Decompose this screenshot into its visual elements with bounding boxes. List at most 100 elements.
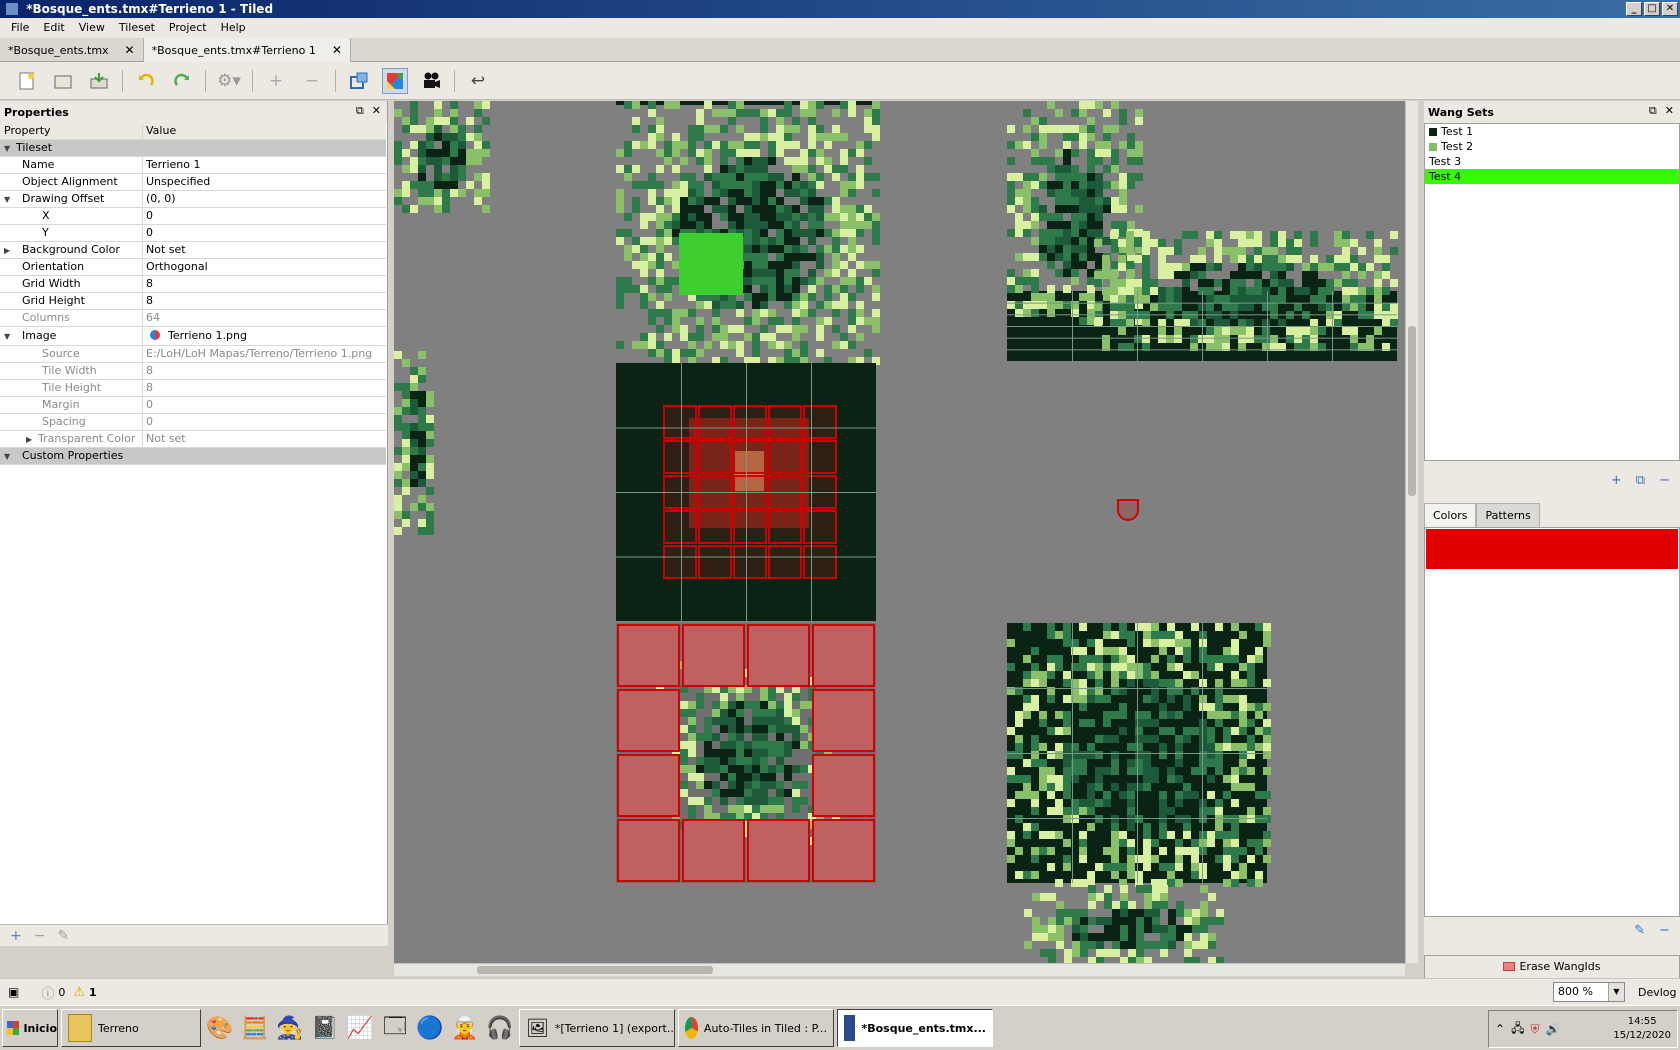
scrollbar-thumb[interactable] (1408, 326, 1416, 496)
quicklaunch-orb-icon[interactable]: 🔵 (414, 1012, 446, 1044)
remove-icon[interactable]: − (299, 68, 325, 94)
property-value[interactable]: 0 (143, 208, 386, 224)
task-tiled[interactable]: *Bosque_ents.tmx... (837, 1009, 993, 1047)
scrollbar-thumb[interactable] (477, 966, 713, 974)
collapse-arrow-icon[interactable]: ▼ (4, 141, 16, 156)
start-button[interactable]: Inicio (2, 1009, 58, 1047)
tray-network-icon[interactable]: 🖧 (1511, 1019, 1524, 1040)
close-button[interactable]: ✕ (1662, 2, 1678, 16)
settings-icon[interactable]: ⚙▾ (216, 68, 242, 94)
property-row[interactable]: ▼ Drawing Offset (0, 0) (0, 191, 386, 208)
list-item[interactable]: Test 2 (1425, 139, 1679, 154)
remove-property-icon[interactable]: − (34, 928, 46, 944)
tileset-view[interactable] (394, 101, 1405, 963)
quicklaunch-character-icon[interactable]: 🧝 (449, 1012, 481, 1044)
property-row[interactable]: Grid Width 8 (0, 276, 386, 293)
minimize-button[interactable]: _ (1626, 2, 1642, 16)
clock[interactable]: 14:55 15/12/2020 (1613, 1015, 1677, 1043)
error-icon[interactable]: ⓘ (41, 983, 54, 1002)
property-row[interactable]: ▼ Image Terrieno 1.png (0, 327, 386, 346)
collapse-arrow-icon[interactable]: ▼ (4, 328, 16, 345)
float-panel-icon[interactable]: ⧉ (356, 104, 364, 118)
menu-tileset[interactable]: Tileset (112, 18, 162, 38)
task-browser[interactable]: Auto-Tiles in Tiled : P... (678, 1009, 834, 1047)
expand-arrow-icon[interactable]: ▶ (26, 432, 38, 447)
tileset-canvas[interactable] (394, 101, 1405, 963)
vertical-scrollbar[interactable] (1405, 101, 1418, 963)
remove-wang-set-icon[interactable]: − (1659, 473, 1670, 488)
property-value[interactable]: Terrieno 1 (143, 157, 386, 173)
property-value[interactable]: 0 (143, 225, 386, 241)
close-tab-icon[interactable]: ✕ (125, 43, 135, 57)
wang-color-swatch[interactable] (1426, 529, 1678, 569)
quicklaunch-app-icon[interactable]: 🧙 (274, 1012, 306, 1044)
property-row[interactable]: Name Terrieno 1 (0, 157, 386, 174)
quicklaunch-chart-icon[interactable]: 📈 (344, 1012, 376, 1044)
quicklaunch-notepad-icon[interactable]: 📓 (309, 1012, 341, 1044)
remove-color-icon[interactable]: − (1659, 923, 1670, 938)
property-value[interactable]: (0, 0) (143, 191, 386, 207)
column-header-property[interactable]: Property (0, 123, 143, 139)
menu-file[interactable]: File (4, 18, 36, 38)
menu-view[interactable]: View (72, 18, 112, 38)
property-row[interactable]: Orientation Orthogonal (0, 259, 386, 276)
menu-project[interactable]: Project (162, 18, 214, 38)
property-value[interactable]: Terrieno 1.png (168, 329, 247, 342)
tab-bosque-map[interactable]: *Bosque_ents.tmx ✕ (0, 38, 144, 62)
tab-colors[interactable]: Colors (1424, 503, 1477, 527)
tile-collision-icon[interactable] (346, 68, 372, 94)
property-value[interactable]: 8 (143, 276, 386, 292)
tab-terrieno-tileset[interactable]: *Bosque_ents.tmx#Terrieno 1 ✕ (143, 38, 351, 62)
property-row[interactable]: ▶ Background Color Not set (0, 242, 386, 259)
chevron-down-icon[interactable]: ▼ (1608, 983, 1624, 1001)
property-value[interactable]: 8 (143, 293, 386, 309)
return-icon[interactable]: ↩ (465, 68, 491, 94)
menu-help[interactable]: Help (214, 18, 253, 38)
property-row[interactable]: Object Alignment Unspecified (0, 174, 386, 191)
tray-security-icon[interactable]: ⛨ (1530, 1022, 1539, 1037)
new-file-icon[interactable] (14, 68, 40, 94)
open-icon[interactable] (50, 68, 76, 94)
erase-wangids-button[interactable]: Erase WangIds (1424, 955, 1680, 979)
undo-icon[interactable] (133, 68, 159, 94)
property-row[interactable]: Y0 (0, 225, 386, 242)
group-custom-properties[interactable]: ▼ Custom Properties (0, 448, 386, 465)
add-property-icon[interactable]: + (10, 928, 22, 944)
close-panel-icon[interactable]: ✕ (1665, 104, 1674, 118)
property-value[interactable]: E:/LoH/LoH Mapas/Terreno/Terrieno 1.png (143, 346, 386, 362)
column-header-value[interactable]: Value (143, 123, 386, 139)
redo-icon[interactable] (169, 68, 195, 94)
terrain-icon[interactable] (382, 67, 408, 94)
float-panel-icon[interactable]: ⧉ (1649, 104, 1657, 118)
menu-edit[interactable]: Edit (36, 18, 71, 38)
property-value[interactable]: Unspecified (143, 174, 386, 190)
list-item[interactable]: Test 1 (1425, 124, 1679, 139)
animation-icon[interactable] (418, 68, 444, 94)
expand-arrow-icon[interactable]: ▶ (4, 243, 16, 258)
quicklaunch-audio-icon[interactable]: 🎧 (484, 1012, 516, 1044)
property-value[interactable]: Orthogonal (143, 259, 386, 275)
console-icon[interactable]: ▣ (8, 985, 19, 999)
maximize-button[interactable]: □ (1644, 2, 1660, 16)
horizontal-scrollbar[interactable] (394, 963, 1405, 976)
group-tileset[interactable]: ▼ Tileset (0, 140, 386, 157)
quicklaunch-window-icon[interactable]: 🗔 (379, 1012, 411, 1044)
property-row[interactable]: X0 (0, 208, 386, 225)
tray-volume-icon[interactable]: 🔊 (1545, 1022, 1560, 1036)
tab-patterns[interactable]: Patterns (1476, 503, 1540, 527)
duplicate-wang-set-icon[interactable]: ⧉ (1636, 473, 1645, 488)
tray-expand-icon[interactable]: ⌃ (1495, 1022, 1505, 1036)
list-item-selected[interactable]: Test 4 (1425, 169, 1679, 184)
close-tab-icon[interactable]: ✕ (332, 43, 342, 57)
add-icon[interactable]: + (263, 68, 289, 94)
task-explorer[interactable]: Terreno (61, 1009, 201, 1047)
property-row[interactable]: Grid Height 8 (0, 293, 386, 310)
warning-icon[interactable]: ⚠ (73, 985, 85, 1000)
zoom-select[interactable]: 800 % ▼ (1553, 982, 1625, 1002)
rename-property-icon[interactable]: ✎ (57, 928, 69, 944)
quicklaunch-paint-icon[interactable]: 🎨 (204, 1012, 236, 1044)
collapse-arrow-icon[interactable]: ▼ (4, 449, 16, 464)
pick-color-icon[interactable]: ✎ (1634, 923, 1645, 938)
add-wang-set-icon[interactable]: + (1611, 473, 1622, 488)
devlog-link[interactable]: Devlog (1638, 986, 1677, 999)
